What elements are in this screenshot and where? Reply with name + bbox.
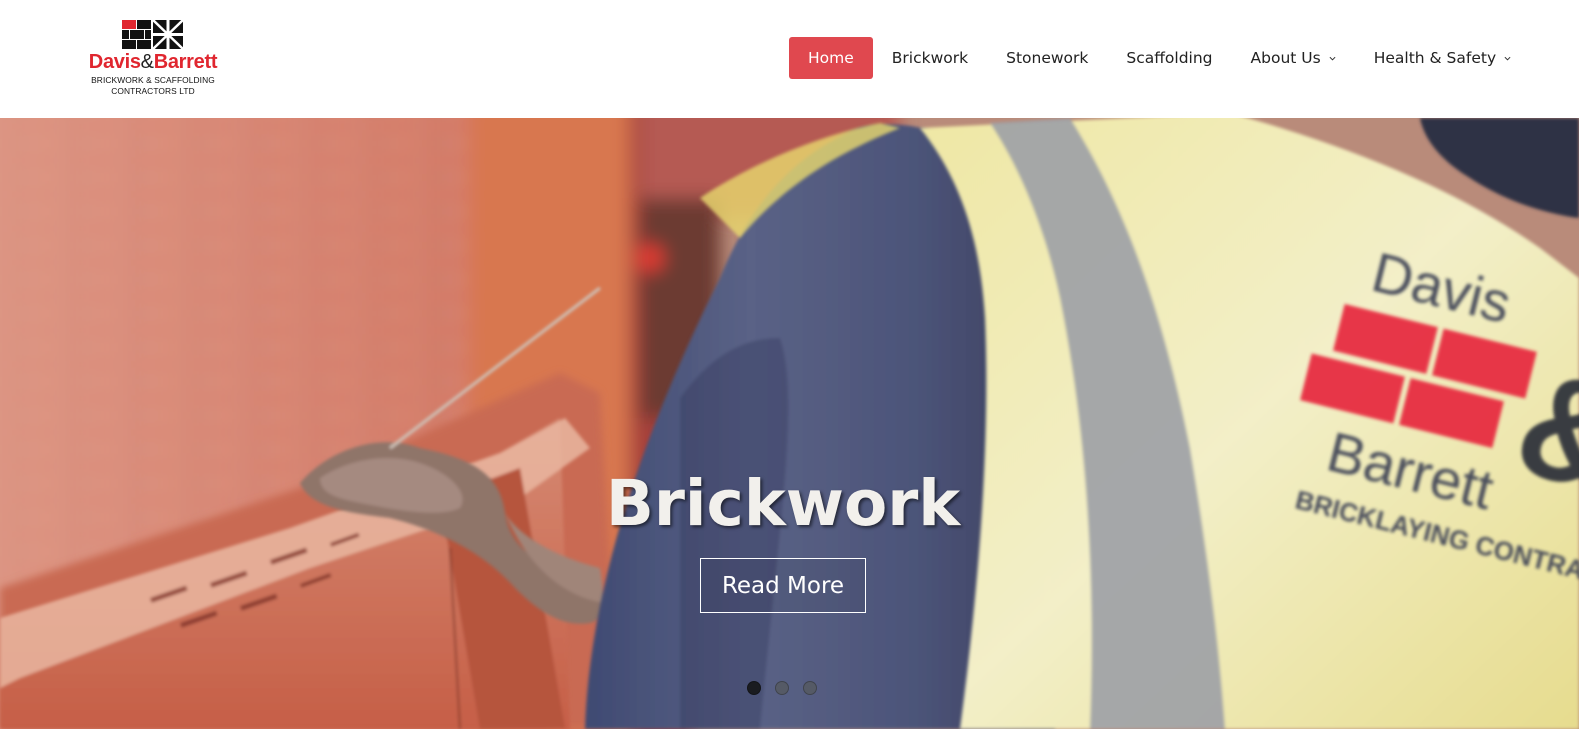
nav-item-label: About Us (1250, 49, 1321, 67)
nav-item-brickwork[interactable]: Brickwork (873, 37, 987, 79)
brick-pattern-logo-icon (122, 20, 184, 50)
slider-dot-3[interactable] (803, 681, 817, 695)
nav-item-scaffolding[interactable]: Scaffolding (1107, 37, 1231, 79)
logo-tagline-line1: BRICKWORK & SCAFFOLDING (91, 75, 215, 85)
chevron-down-icon (1504, 56, 1511, 61)
main-nav: Home Brickwork Stonework Scaffolding Abo… (789, 37, 1530, 79)
nav-item-label: Stonework (1006, 49, 1089, 67)
site-logo[interactable]: Davis&Barrett BRICKWORK & SCAFFOLDING CO… (74, 20, 232, 100)
chevron-down-icon (1329, 56, 1336, 61)
nav-item-home[interactable]: Home (789, 37, 873, 79)
logo-wordmark: Davis&Barrett (88, 51, 218, 73)
slider-dot-2[interactable] (775, 681, 789, 695)
site-header: Davis&Barrett BRICKWORK & SCAFFOLDING CO… (0, 0, 1579, 118)
slider-pagination (747, 681, 817, 695)
logo-tagline-line2: CONTRACTORS LTD (111, 86, 195, 96)
nav-item-health-safety[interactable]: Health & Safety (1355, 37, 1530, 79)
nav-item-label: Health & Safety (1373, 49, 1497, 67)
nav-item-about-us[interactable]: About Us (1232, 37, 1355, 79)
hero-slider: Davis Barrett BRICKLAYING CONTRA & Brick… (0, 118, 1579, 729)
nav-item-label: Brickwork (891, 49, 969, 67)
hero-title: Brickwork (605, 467, 961, 540)
hero-background-image: Davis Barrett BRICKLAYING CONTRA & (0, 118, 1579, 729)
read-more-button[interactable]: Read More (700, 558, 866, 613)
nav-item-label: Scaffolding (1126, 49, 1213, 67)
logo-tagline: BRICKWORK & SCAFFOLDING CONTRACTORS LTD (74, 75, 232, 97)
nav-item-label: Home (808, 49, 854, 67)
slider-dot-1[interactable] (747, 681, 761, 695)
nav-item-stonework[interactable]: Stonework (987, 37, 1107, 79)
